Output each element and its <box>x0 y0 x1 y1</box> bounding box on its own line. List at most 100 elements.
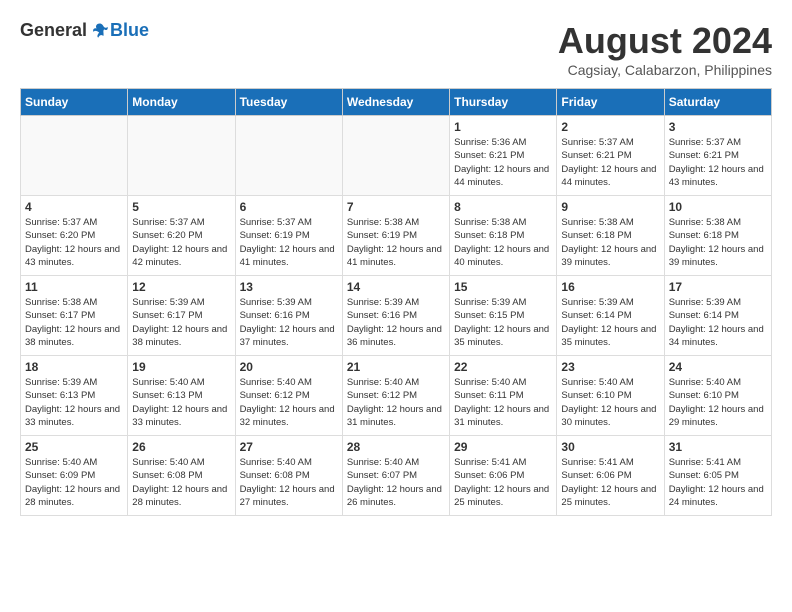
day-number: 20 <box>240 360 338 374</box>
calendar-day-cell: 10Sunrise: 5:38 AM Sunset: 6:18 PM Dayli… <box>664 196 771 276</box>
day-info: Sunrise: 5:41 AM Sunset: 6:06 PM Dayligh… <box>454 456 552 509</box>
calendar-header-row: SundayMondayTuesdayWednesdayThursdayFrid… <box>21 89 772 116</box>
calendar-day-cell <box>235 116 342 196</box>
calendar-day-cell: 12 Sunrise: 5:39 AM Sunset: 6:17 PM Dayli… <box>128 276 235 356</box>
day-info: Sunrise: 5:39 AM Sunset: 6:16 PM Dayligh… <box>347 296 445 349</box>
calendar-day-cell: 25Sunrise: 5:40 AM Sunset: 6:09 PM Dayli… <box>21 436 128 516</box>
calendar-day-cell: 4 Sunrise: 5:37 AM Sunset: 6:20 PM Daylig… <box>21 196 128 276</box>
calendar-day-cell: 22 Sunrise: 5:40 AM Sunset: 6:11 PM Dayli… <box>450 356 557 436</box>
day-number: 31 <box>669 440 767 454</box>
calendar-table: SundayMondayTuesdayWednesdayThursdayFrid… <box>20 88 772 516</box>
day-number: 10 <box>669 200 767 214</box>
day-number: 22 <box>454 360 552 374</box>
day-number: 14 <box>347 280 445 294</box>
calendar-day-cell: 5Sunrise: 5:37 AM Sunset: 6:20 PM Daylig… <box>128 196 235 276</box>
day-number: 6 <box>240 200 338 214</box>
calendar-day-cell: 28Sunrise: 5:40 AM Sunset: 6:07 PM Dayli… <box>342 436 449 516</box>
day-number: 18 <box>25 360 123 374</box>
day-info: Sunrise: 5:37 AM Sunset: 6:21 PM Dayligh… <box>561 136 659 189</box>
calendar-day-cell <box>342 116 449 196</box>
weekday-header-monday: Monday <box>128 89 235 116</box>
weekday-header-tuesday: Tuesday <box>235 89 342 116</box>
calendar-week-row: 25Sunrise: 5:40 AM Sunset: 6:09 PM Dayli… <box>21 436 772 516</box>
day-info: Sunrise: 5:39 AM Sunset: 6:14 PM Dayligh… <box>669 296 767 349</box>
day-number: 26 <box>132 440 230 454</box>
day-info: Sunrise: 5:40 AM Sunset: 6:11 PM Dayligh… <box>454 376 552 429</box>
calendar-day-cell: 21 Sunrise: 5:40 AM Sunset: 6:12 PM Dayli… <box>342 356 449 436</box>
day-number: 24 <box>669 360 767 374</box>
calendar-day-cell: 16 Sunrise: 5:39 AM Sunset: 6:14 PM Dayli… <box>557 276 664 356</box>
calendar-day-cell: 2 Sunrise: 5:37 AM Sunset: 6:21 PM Daylig… <box>557 116 664 196</box>
day-number: 3 <box>669 120 767 134</box>
day-info: Sunrise: 5:41 AM Sunset: 6:06 PM Dayligh… <box>561 456 659 509</box>
day-number: 16 <box>561 280 659 294</box>
location-subtitle: Cagsiay, Calabarzon, Philippines <box>558 62 772 78</box>
day-info: Sunrise: 5:39 AM Sunset: 6:17 PM Dayligh… <box>132 296 230 349</box>
month-year-title: August 2024 <box>558 20 772 62</box>
day-info: Sunrise: 5:40 AM Sunset: 6:08 PM Dayligh… <box>132 456 230 509</box>
calendar-day-cell <box>128 116 235 196</box>
title-section: August 2024 Cagsiay, Calabarzon, Philipp… <box>558 20 772 78</box>
page-header: General Blue August 2024 Cagsiay, Calaba… <box>20 20 772 78</box>
day-info: Sunrise: 5:38 AM Sunset: 6:18 PM Dayligh… <box>454 216 552 269</box>
calendar-day-cell: 8 Sunrise: 5:38 AM Sunset: 6:18 PM Daylig… <box>450 196 557 276</box>
weekday-header-sunday: Sunday <box>21 89 128 116</box>
calendar-week-row: 18Sunrise: 5:39 AM Sunset: 6:13 PM Dayli… <box>21 356 772 436</box>
calendar-day-cell: 18Sunrise: 5:39 AM Sunset: 6:13 PM Dayli… <box>21 356 128 436</box>
calendar-day-cell: 26 Sunrise: 5:40 AM Sunset: 6:08 PM Dayli… <box>128 436 235 516</box>
day-number: 7 <box>347 200 445 214</box>
day-number: 11 <box>25 280 123 294</box>
calendar-day-cell: 17Sunrise: 5:39 AM Sunset: 6:14 PM Dayli… <box>664 276 771 356</box>
calendar-week-row: 1Sunrise: 5:36 AM Sunset: 6:21 PM Daylig… <box>21 116 772 196</box>
day-info: Sunrise: 5:41 AM Sunset: 6:05 PM Dayligh… <box>669 456 767 509</box>
day-info: Sunrise: 5:37 AM Sunset: 6:19 PM Dayligh… <box>240 216 338 269</box>
day-number: 21 <box>347 360 445 374</box>
day-info: Sunrise: 5:40 AM Sunset: 6:13 PM Dayligh… <box>132 376 230 429</box>
calendar-day-cell: 20 Sunrise: 5:40 AM Sunset: 6:12 PM Dayli… <box>235 356 342 436</box>
calendar-day-cell: 9 Sunrise: 5:38 AM Sunset: 6:18 PM Daylig… <box>557 196 664 276</box>
calendar-day-cell <box>21 116 128 196</box>
calendar-day-cell: 6 Sunrise: 5:37 AM Sunset: 6:19 PM Daylig… <box>235 196 342 276</box>
day-number: 23 <box>561 360 659 374</box>
day-info: Sunrise: 5:40 AM Sunset: 6:10 PM Dayligh… <box>561 376 659 429</box>
calendar-day-cell: 11Sunrise: 5:38 AM Sunset: 6:17 PM Dayli… <box>21 276 128 356</box>
day-info: Sunrise: 5:38 AM Sunset: 6:19 PM Dayligh… <box>347 216 445 269</box>
calendar-week-row: 11Sunrise: 5:38 AM Sunset: 6:17 PM Dayli… <box>21 276 772 356</box>
logo-general-text: General <box>20 20 87 41</box>
calendar-day-cell: 24 Sunrise: 5:40 AM Sunset: 6:10 PM Dayli… <box>664 356 771 436</box>
calendar-day-cell: 31 Sunrise: 5:41 AM Sunset: 6:05 PM Dayli… <box>664 436 771 516</box>
weekday-header-wednesday: Wednesday <box>342 89 449 116</box>
day-info: Sunrise: 5:37 AM Sunset: 6:20 PM Dayligh… <box>132 216 230 269</box>
calendar-day-cell: 1Sunrise: 5:36 AM Sunset: 6:21 PM Daylig… <box>450 116 557 196</box>
day-info: Sunrise: 5:39 AM Sunset: 6:14 PM Dayligh… <box>561 296 659 349</box>
calendar-day-cell: 7 Sunrise: 5:38 AM Sunset: 6:19 PM Daylig… <box>342 196 449 276</box>
calendar-day-cell: 15Sunrise: 5:39 AM Sunset: 6:15 PM Dayli… <box>450 276 557 356</box>
day-info: Sunrise: 5:40 AM Sunset: 6:10 PM Dayligh… <box>669 376 767 429</box>
day-number: 25 <box>25 440 123 454</box>
logo-blue-text: Blue <box>110 20 149 41</box>
day-number: 2 <box>561 120 659 134</box>
day-number: 12 <box>132 280 230 294</box>
day-number: 4 <box>25 200 123 214</box>
calendar-day-cell: 3Sunrise: 5:37 AM Sunset: 6:21 PM Daylig… <box>664 116 771 196</box>
logo-bird-icon <box>90 21 110 41</box>
day-number: 13 <box>240 280 338 294</box>
day-info: Sunrise: 5:39 AM Sunset: 6:16 PM Dayligh… <box>240 296 338 349</box>
day-number: 1 <box>454 120 552 134</box>
calendar-day-cell: 19 Sunrise: 5:40 AM Sunset: 6:13 PM Dayli… <box>128 356 235 436</box>
day-number: 28 <box>347 440 445 454</box>
day-info: Sunrise: 5:37 AM Sunset: 6:20 PM Dayligh… <box>25 216 123 269</box>
day-number: 9 <box>561 200 659 214</box>
calendar-day-cell: 29 Sunrise: 5:41 AM Sunset: 6:06 PM Dayli… <box>450 436 557 516</box>
day-info: Sunrise: 5:39 AM Sunset: 6:15 PM Dayligh… <box>454 296 552 349</box>
day-number: 8 <box>454 200 552 214</box>
day-number: 30 <box>561 440 659 454</box>
day-info: Sunrise: 5:40 AM Sunset: 6:12 PM Dayligh… <box>240 376 338 429</box>
day-number: 29 <box>454 440 552 454</box>
day-info: Sunrise: 5:40 AM Sunset: 6:12 PM Dayligh… <box>347 376 445 429</box>
weekday-header-friday: Friday <box>557 89 664 116</box>
day-number: 19 <box>132 360 230 374</box>
calendar-day-cell: 30 Sunrise: 5:41 AM Sunset: 6:06 PM Dayli… <box>557 436 664 516</box>
calendar-day-cell: 27Sunrise: 5:40 AM Sunset: 6:08 PM Dayli… <box>235 436 342 516</box>
day-info: Sunrise: 5:38 AM Sunset: 6:18 PM Dayligh… <box>561 216 659 269</box>
